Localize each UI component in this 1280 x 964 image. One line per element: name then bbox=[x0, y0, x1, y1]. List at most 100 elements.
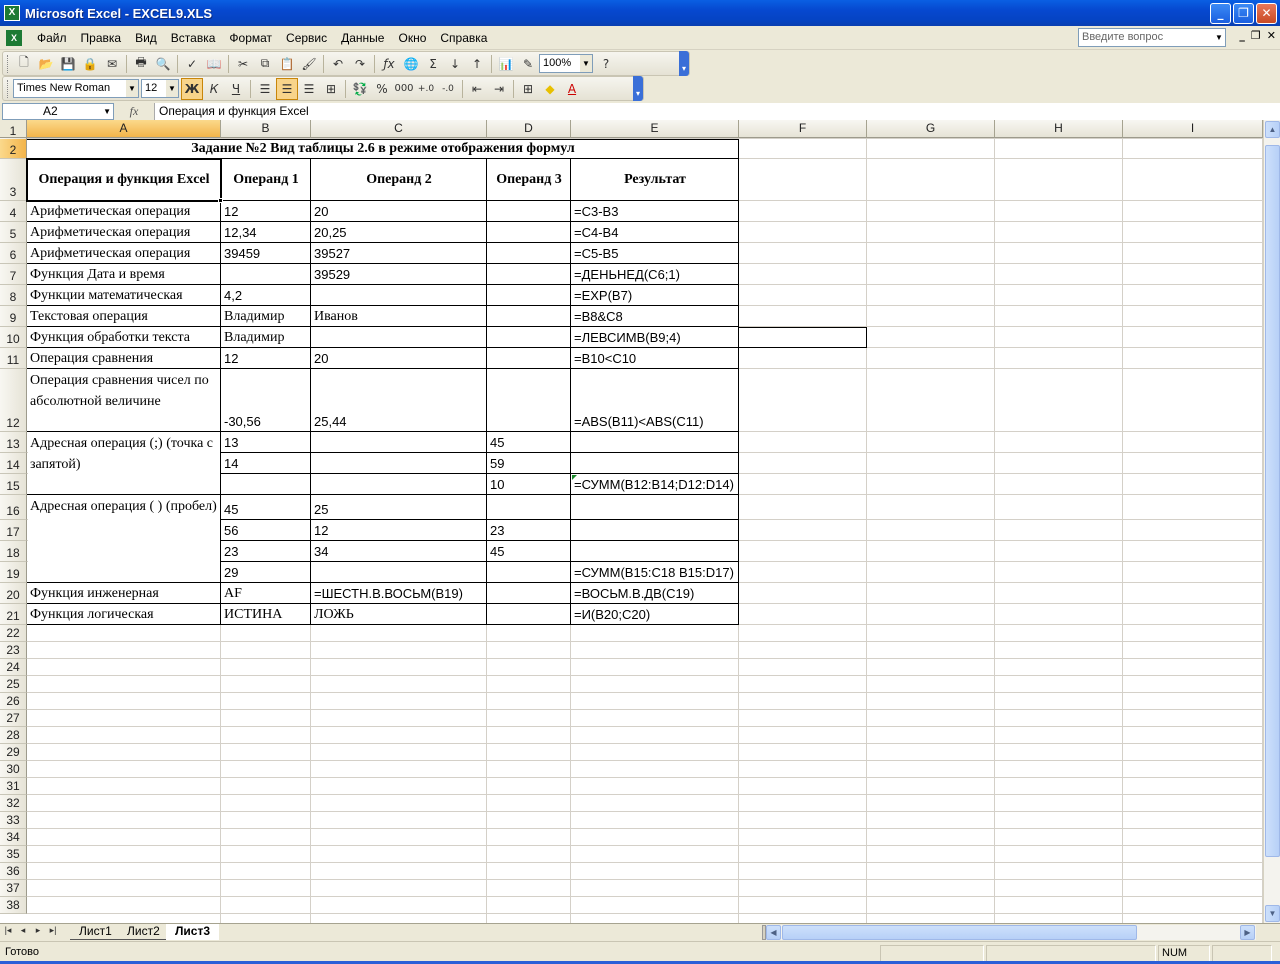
toolbar-grip[interactable] bbox=[7, 79, 10, 98]
cell-b9[interactable]: Владимир bbox=[221, 327, 311, 348]
copy-icon[interactable]: ⧉ bbox=[254, 53, 276, 75]
chevron-down-icon[interactable]: ▼ bbox=[1213, 29, 1225, 46]
cell-a12[interactable]: Адресная операция (;) (точка с запятой) bbox=[27, 433, 221, 475]
cell-b19[interactable]: AF bbox=[221, 583, 311, 604]
undo-icon[interactable]: ↶ bbox=[327, 53, 349, 75]
row-header-5[interactable]: 5 bbox=[0, 222, 27, 243]
email-icon[interactable]: ✉ bbox=[101, 53, 123, 75]
scroll-down-icon[interactable]: ▼ bbox=[1265, 905, 1280, 922]
prev-sheet-icon[interactable]: ◂ bbox=[17, 925, 29, 936]
cell-b7[interactable]: 4,2 bbox=[221, 285, 311, 306]
paste-icon[interactable]: 📋 bbox=[276, 53, 298, 75]
cell-e10[interactable]: =B10<C10 bbox=[571, 348, 739, 369]
save-icon[interactable]: 💾 bbox=[57, 53, 79, 75]
formula-input[interactable]: Операция и функция Excel bbox=[154, 102, 1280, 120]
row-header-23[interactable]: 23 bbox=[0, 642, 27, 659]
row-header-16[interactable]: 16 bbox=[0, 495, 27, 520]
cell-d14[interactable]: 10 bbox=[487, 474, 571, 495]
row-header-14[interactable]: 14 bbox=[0, 453, 27, 474]
ask-question-input[interactable]: Введите вопрос ▼ bbox=[1078, 28, 1226, 47]
cell-b10[interactable]: 12 bbox=[221, 348, 311, 369]
row-header-37[interactable]: 37 bbox=[0, 880, 27, 897]
row-header-7[interactable]: 7 bbox=[0, 264, 27, 285]
print-icon[interactable]: 🖶 bbox=[130, 53, 152, 75]
menu-data[interactable]: Данные bbox=[334, 27, 391, 49]
header-result-cell[interactable]: Результат bbox=[571, 159, 739, 201]
toolbar-options-button[interactable]: ▾ bbox=[679, 51, 689, 76]
cell-b15[interactable]: 45 bbox=[221, 499, 311, 520]
column-header-g[interactable]: G bbox=[867, 120, 995, 138]
sheet-title-cell[interactable]: Задание №2 Вид таблицы 2.6 в режиме отоб… bbox=[27, 139, 739, 159]
cell-b20[interactable]: ИСТИНА bbox=[221, 604, 311, 625]
cell-d16[interactable]: 23 bbox=[487, 520, 571, 541]
cell-a20[interactable]: Функция логическая bbox=[27, 604, 221, 625]
row-header-2[interactable]: 2 bbox=[0, 139, 27, 159]
column-header-d[interactable]: D bbox=[487, 120, 571, 138]
font-name-select[interactable]: Times New Roman ▼ bbox=[13, 79, 139, 98]
cell-b3[interactable]: 12 bbox=[221, 201, 311, 222]
insert-function-icon[interactable]: fx bbox=[114, 104, 154, 119]
row-header-26[interactable]: 26 bbox=[0, 693, 27, 710]
last-sheet-icon[interactable]: ▸| bbox=[47, 925, 59, 936]
cell-b16[interactable]: 56 bbox=[221, 520, 311, 541]
row-header-12[interactable]: 12 bbox=[0, 369, 27, 432]
cell-e4[interactable]: =C4-B4 bbox=[571, 222, 739, 243]
cell-a9[interactable]: Функция обработки текста bbox=[27, 327, 221, 348]
decrease-decimal-icon[interactable]: -.0 bbox=[437, 78, 459, 100]
cell-a5[interactable]: Арифметическая операция bbox=[27, 243, 221, 264]
doc-restore-button[interactable]: ❐ bbox=[1251, 29, 1261, 42]
row-header-25[interactable]: 25 bbox=[0, 676, 27, 693]
row-header-35[interactable]: 35 bbox=[0, 846, 27, 863]
column-header-a[interactable]: A bbox=[27, 120, 221, 138]
row-header-10[interactable]: 10 bbox=[0, 327, 27, 348]
cell-a8[interactable]: Текстовая операция bbox=[27, 306, 221, 327]
header-operation-cell[interactable]: Операция и функция Excel bbox=[27, 159, 221, 201]
workbook-icon[interactable]: X bbox=[6, 29, 22, 46]
row-header-8[interactable]: 8 bbox=[0, 285, 27, 306]
name-box[interactable]: A2 ▼ bbox=[2, 102, 114, 120]
row-header-15[interactable]: 15 bbox=[0, 474, 27, 495]
row-header-3[interactable]: 3 bbox=[0, 159, 27, 201]
cell-d17[interactable]: 45 bbox=[487, 541, 571, 562]
worksheet-grid[interactable]: ABCDEFGHI1234567891011121314151617181920… bbox=[0, 120, 1263, 923]
cell-c4[interactable]: 20,25 bbox=[311, 222, 487, 243]
cell-c19[interactable]: =ШЕСТН.В.ВОСЬМ(B19) bbox=[311, 583, 487, 604]
row-header-27[interactable]: 27 bbox=[0, 710, 27, 727]
menu-tools[interactable]: Сервис bbox=[279, 27, 334, 49]
cell-c5[interactable]: 39527 bbox=[311, 243, 487, 264]
row-header-4[interactable]: 4 bbox=[0, 201, 27, 222]
cell-c11[interactable]: 25,44 bbox=[311, 411, 487, 432]
currency-icon[interactable]: 💱 bbox=[349, 78, 371, 100]
cell-a11[interactable]: Операция сравнения чисел по абсолютной в… bbox=[27, 370, 221, 412]
fill-color-icon[interactable]: ◆ bbox=[539, 78, 561, 100]
vertical-scroll-thumb[interactable] bbox=[1265, 145, 1280, 857]
menu-window[interactable]: Окно bbox=[391, 27, 433, 49]
cell-e19[interactable]: =ВОСЬМ.В.ДВ(C19) bbox=[571, 583, 739, 604]
help-icon[interactable]: ? bbox=[595, 53, 617, 75]
cell-a7[interactable]: Функции математическая bbox=[27, 285, 221, 306]
vertical-scrollbar[interactable]: ▲ ▼ bbox=[1263, 120, 1280, 923]
scroll-up-icon[interactable]: ▲ bbox=[1265, 121, 1280, 138]
cell-b11[interactable]: -30,56 bbox=[221, 411, 311, 432]
cell-c10[interactable]: 20 bbox=[311, 348, 487, 369]
minimize-button[interactable]: _ bbox=[1210, 3, 1231, 24]
chevron-down-icon[interactable]: ▼ bbox=[103, 104, 111, 119]
autosum-icon[interactable]: Σ bbox=[422, 53, 444, 75]
font-size-select[interactable]: 12 ▼ bbox=[141, 79, 179, 98]
column-header-h[interactable]: H bbox=[995, 120, 1123, 138]
row-header-22[interactable]: 22 bbox=[0, 625, 27, 642]
row-header-33[interactable]: 33 bbox=[0, 812, 27, 829]
drawing-icon[interactable]: ✎ bbox=[517, 53, 539, 75]
row-header-19[interactable]: 19 bbox=[0, 562, 27, 583]
chevron-down-icon[interactable]: ▼ bbox=[126, 80, 138, 97]
row-header-13[interactable]: 13 bbox=[0, 432, 27, 453]
chevron-down-icon[interactable]: ▼ bbox=[580, 55, 592, 72]
bold-button[interactable]: Ж bbox=[181, 77, 203, 100]
new-icon[interactable]: 🗋 bbox=[13, 53, 35, 75]
restore-button[interactable]: ❐ bbox=[1233, 3, 1254, 24]
row-header-28[interactable]: 28 bbox=[0, 727, 27, 744]
merge-center-icon[interactable]: ⊞ bbox=[320, 78, 342, 100]
menu-view[interactable]: Вид bbox=[128, 27, 164, 49]
cell-c6[interactable]: 39529 bbox=[311, 264, 487, 285]
horizontal-scroll-thumb[interactable] bbox=[782, 925, 1137, 940]
